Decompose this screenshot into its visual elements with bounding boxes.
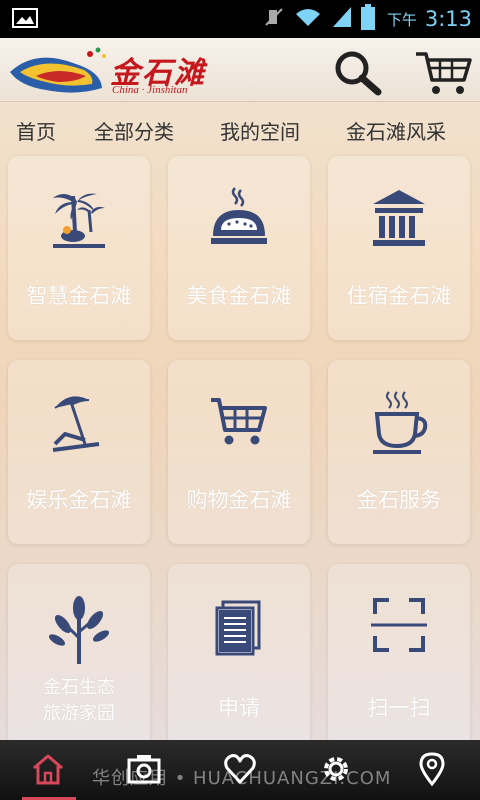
tile-eco-tourism[interactable]: 金石生态 旅游家园 xyxy=(8,564,150,748)
signal-icon xyxy=(331,5,353,33)
tab-my-space[interactable]: 我的空间 xyxy=(220,116,300,145)
beach-umbrella-icon xyxy=(52,396,100,452)
watermark: 华创应用 • HUACHUANGZI.COM xyxy=(92,768,392,789)
tile-label: 娱乐金石滩 xyxy=(26,488,132,512)
shopping-cart-icon xyxy=(211,398,267,445)
status-bar: 下午 3:13 xyxy=(0,0,480,38)
home-icon xyxy=(33,754,63,785)
tile-smart-jinshitan[interactable]: 智慧金石滩 xyxy=(8,156,150,340)
tile-label: 住宿金石滩 xyxy=(346,284,452,308)
battery-icon xyxy=(360,4,375,34)
tile-stay-jinshitan[interactable]: 住宿金石滩 xyxy=(328,156,470,340)
tile-scan[interactable]: 扫一扫 xyxy=(328,564,470,748)
tile-label: 申请 xyxy=(218,696,260,720)
location-icon xyxy=(419,752,445,786)
image-notification-icon xyxy=(12,8,38,32)
bottom-nav-home[interactable] xyxy=(18,740,78,800)
tile-label: 购物金石滩 xyxy=(186,488,292,512)
tile-label: 扫一扫 xyxy=(367,696,431,720)
wifi-icon xyxy=(293,6,323,32)
mute-icon xyxy=(263,6,285,32)
tile-food-jinshitan[interactable]: 美食金石滩 xyxy=(168,156,310,340)
app-header: 金石滩 China · Jinshitan xyxy=(0,38,480,102)
category-nav: 首页 全部分类 我的空间 金石滩风采 xyxy=(0,112,480,150)
bread-icon xyxy=(211,187,267,244)
search-icon xyxy=(335,51,382,96)
tile-label-line2: 旅游家园 xyxy=(43,703,115,724)
status-time: 3:13 xyxy=(424,7,472,31)
logo-wave-icon xyxy=(10,47,106,93)
tile-label: 智慧金石滩 xyxy=(26,284,132,308)
tile-fun-jinshitan[interactable]: 娱乐金石滩 xyxy=(8,360,150,544)
building-icon xyxy=(373,190,425,246)
palm-island-icon xyxy=(53,193,105,248)
cart-icon xyxy=(416,52,472,94)
tile-label: 美食金石滩 xyxy=(186,284,292,308)
tile-apply[interactable]: 申请 xyxy=(168,564,310,748)
search-button[interactable] xyxy=(330,48,386,96)
tree-icon xyxy=(49,596,109,664)
tile-label: 金石服务 xyxy=(357,488,441,512)
coffee-cup-icon xyxy=(373,391,428,454)
tile-shopping-jinshitan[interactable]: 购物金石滩 xyxy=(168,360,310,544)
bottom-nav-location[interactable] xyxy=(402,740,462,800)
scan-icon xyxy=(371,598,427,652)
tile-label-line1: 金石生态 xyxy=(43,677,115,698)
tab-all-categories[interactable]: 全部分类 xyxy=(94,116,174,145)
logo-subtitle: China · Jinshitan xyxy=(112,84,188,96)
status-ampm: 下午 xyxy=(386,10,417,29)
cart-button[interactable] xyxy=(414,48,472,96)
tile-services[interactable]: 金石服务 xyxy=(328,360,470,544)
app-logo[interactable]: 金石滩 China · Jinshitan xyxy=(6,42,216,100)
tab-jinshitan-style[interactable]: 金石滩风采 xyxy=(346,116,446,145)
document-icon xyxy=(215,600,261,656)
tab-home[interactable]: 首页 xyxy=(16,116,56,145)
